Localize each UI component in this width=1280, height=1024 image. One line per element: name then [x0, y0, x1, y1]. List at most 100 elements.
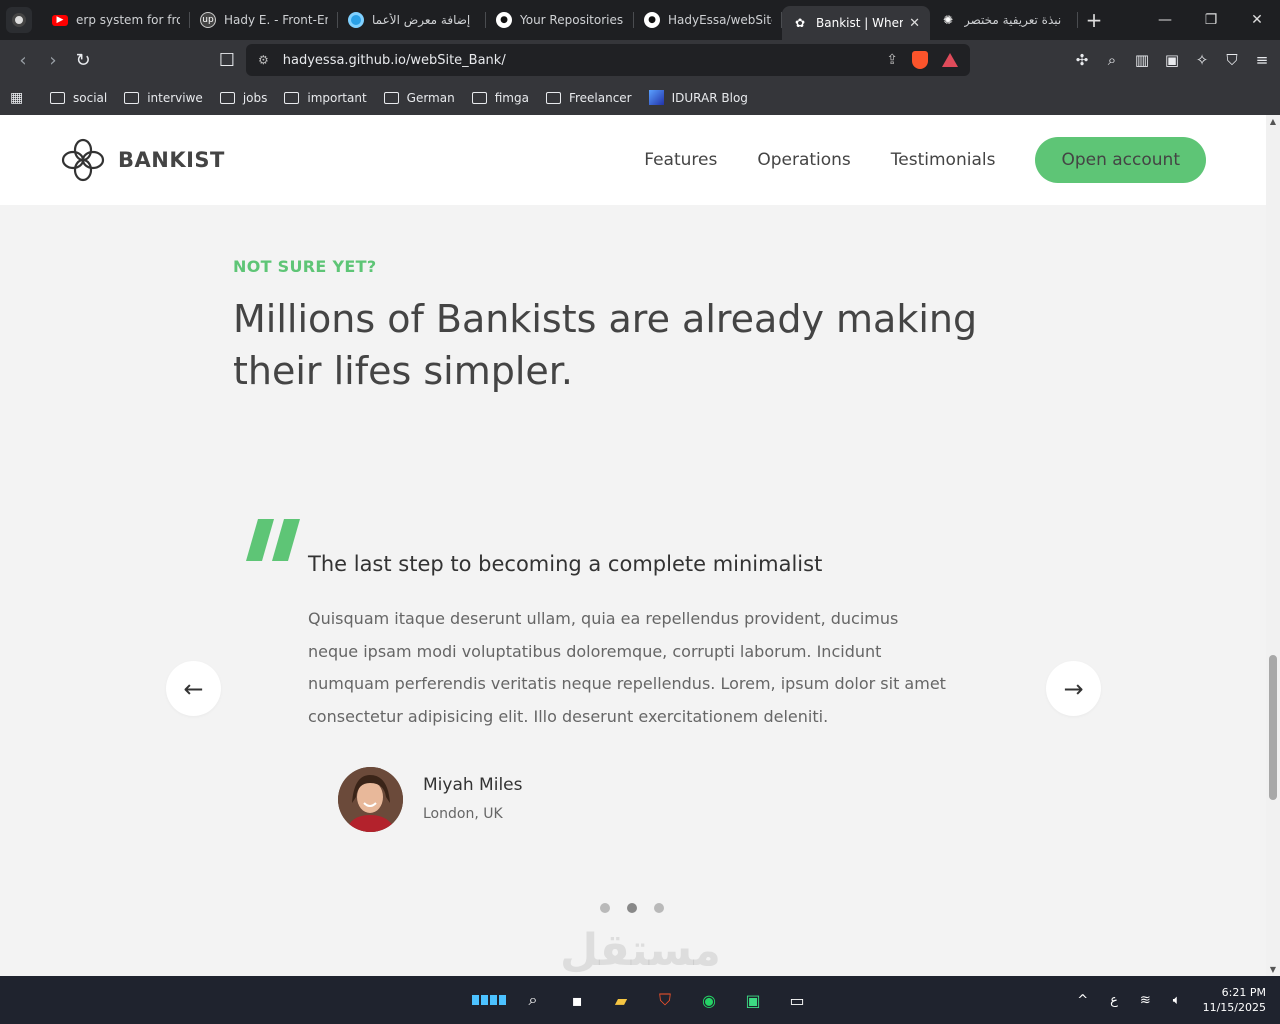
browser-toolbar: ‹ › ↻ ☐ ⚙ hadyessa.github.io/webSite_Ban… — [0, 40, 1280, 80]
wallet-icon[interactable]: ▣ — [1162, 45, 1182, 75]
chevron-up-icon[interactable]: ^ — [1077, 993, 1088, 1008]
bookmarks-bar: ▦ social interviwe jobs important German… — [0, 80, 1280, 115]
app-icon[interactable]: ▣ — [736, 984, 770, 1016]
address-bar[interactable]: ⚙ hadyessa.github.io/webSite_Bank/ ⇪ — [246, 44, 970, 76]
bookmark-fimga[interactable]: fimga — [471, 91, 529, 105]
section-eyebrow: NOT SURE YET? — [233, 257, 377, 276]
nav-testimonials[interactable]: Testimonials — [891, 150, 996, 170]
clock[interactable]: 6:21 PM 11/15/2025 — [1203, 985, 1266, 1015]
forward-button[interactable]: › — [38, 45, 68, 75]
tab-github-repos[interactable]: ● Your Repositories — [486, 0, 634, 40]
language-indicator[interactable]: ع — [1110, 993, 1118, 1008]
vpn-icon[interactable]: ⛉ — [1222, 45, 1242, 75]
testimonial-heading: The last step to becoming a complete min… — [308, 552, 823, 576]
mostaql-icon — [348, 12, 364, 28]
folder-icon — [50, 91, 65, 104]
extensions-icon[interactable]: ✣ — [1072, 45, 1092, 75]
wifi-icon[interactable]: ≋ — [1140, 993, 1151, 1008]
slider-prev-button[interactable]: ← — [166, 661, 221, 716]
clock-time: 6:21 PM — [1221, 986, 1266, 999]
testimonial-author-name: Miyah Miles — [423, 775, 523, 795]
github-icon: ● — [644, 12, 660, 28]
tab-github-website[interactable]: ● HadyEssa/webSite — [634, 0, 782, 40]
youtube-icon: ▶ — [52, 14, 68, 26]
quote-mark-icon — [246, 519, 300, 561]
slider-dot-3[interactable] — [654, 903, 664, 913]
section-title: Millions of Bankists are already making … — [233, 297, 978, 393]
bookmark-german[interactable]: German — [383, 91, 455, 105]
scroll-up-arrow-icon[interactable]: ▲ — [1268, 117, 1278, 126]
new-tab-button[interactable]: + — [1080, 6, 1108, 34]
tab-mostaql[interactable]: إضافة معرض الأعما — [338, 0, 486, 40]
sidebar-icon[interactable]: ▥ — [1132, 45, 1152, 75]
bookmark-page-icon[interactable]: ☐ — [212, 45, 242, 75]
close-window-icon[interactable]: ✕ — [1234, 0, 1280, 40]
bookmark-important[interactable]: important — [284, 91, 367, 105]
folder-icon — [383, 91, 399, 104]
brave-browser-icon[interactable]: ⛉ — [648, 984, 682, 1016]
testimonial-author-location: London, UK — [423, 806, 503, 822]
scroll-down-arrow-icon[interactable]: ▼ — [1268, 965, 1278, 974]
folder-icon — [124, 91, 140, 104]
folder-icon — [545, 91, 561, 104]
share-icon[interactable]: ⇪ — [886, 52, 898, 68]
mostaql-watermark: مستقل — [560, 925, 721, 976]
browser-tab-bar: ▶ erp system for fron up Hady E. - Front-E… — [0, 0, 1280, 40]
tab-bankist[interactable]: ✿ Bankist | Wher ✕ — [782, 6, 930, 40]
reader-mode-icon[interactable]: ⌕ — [1102, 45, 1122, 75]
open-account-button[interactable]: Open account — [1035, 137, 1206, 183]
browser-menu-button[interactable] — [6, 7, 32, 33]
tab-youtube[interactable]: ▶ erp system for fron — [42, 0, 190, 40]
task-view-icon[interactable]: ▪ — [560, 984, 594, 1016]
clock-date: 11/15/2025 — [1202, 1001, 1266, 1014]
reload-button[interactable]: ↻ — [68, 45, 98, 75]
web-page: BANKIST Features Operations Testimonials… — [0, 115, 1266, 976]
chatgpt-icon: ✺ — [942, 13, 954, 27]
nav-features[interactable]: Features — [644, 150, 717, 170]
folder-icon — [471, 91, 487, 104]
system-tray: ^ ع ≋ 🔈︎ 6:21 PM 11/15/2025 — [1077, 976, 1266, 1024]
logo-text: BANKIST — [118, 148, 225, 172]
github-icon: ● — [496, 12, 512, 28]
site-logo[interactable]: BANKIST — [60, 137, 225, 183]
volume-icon[interactable]: 🔈︎ — [1173, 993, 1181, 1008]
whatsapp-icon[interactable]: ◉ — [692, 984, 726, 1016]
page-scrollbar[interactable]: ▲ ▼ — [1266, 115, 1280, 976]
back-button[interactable]: ‹ — [8, 45, 38, 75]
site-info-icon[interactable]: ⚙ — [258, 53, 269, 67]
slider-dot-1[interactable] — [600, 903, 610, 913]
windows-start-icon[interactable] — [472, 984, 506, 1016]
bookmark-jobs[interactable]: jobs — [219, 91, 267, 105]
url-text: hadyessa.github.io/webSite_Bank/ — [282, 52, 506, 68]
main-nav: Features Operations Testimonials Open ac… — [644, 137, 1206, 183]
minimize-icon[interactable]: — — [1142, 0, 1188, 40]
bookmark-idurar-blog[interactable]: IDURAR Blog — [648, 90, 748, 105]
brave-rewards-icon[interactable] — [942, 53, 958, 67]
nav-operations[interactable]: Operations — [757, 150, 850, 170]
bookmark-interviwe[interactable]: interviwe — [124, 91, 203, 105]
brave-shields-icon[interactable] — [912, 51, 928, 69]
bookmark-social[interactable]: social — [50, 91, 107, 105]
scrollbar-thumb[interactable] — [1269, 655, 1277, 800]
tab-chatgpt[interactable]: ✺ نبذة تعريفية مختصر — [930, 0, 1078, 40]
leo-ai-icon[interactable]: ✧ — [1192, 45, 1212, 75]
terminal-icon[interactable]: ▭ — [780, 984, 814, 1016]
restore-icon[interactable]: ❐ — [1188, 0, 1234, 40]
file-explorer-icon[interactable]: ▰ — [604, 984, 638, 1016]
slider-dot-2[interactable] — [627, 903, 637, 913]
search-icon[interactable]: ⌕ — [516, 984, 550, 1016]
tab-upwork[interactable]: up Hady E. - Front-En — [190, 0, 338, 40]
menu-icon[interactable]: ≡ — [1252, 45, 1272, 75]
close-tab-icon[interactable]: ✕ — [903, 16, 920, 31]
bookmark-freelancer[interactable]: Freelancer — [545, 91, 632, 105]
testimonial-body: Quisquam itaque deserunt ullam, quia ea … — [308, 609, 946, 726]
folder-icon — [284, 91, 300, 104]
bankist-icon: ✿ — [794, 16, 806, 30]
folder-icon — [219, 91, 235, 104]
windows-taskbar: ⌕ ▪ ▰ ⛉ ◉ ▣ ▭ ^ ع ≋ 🔈︎ 6:21 PM 11/15/202… — [0, 976, 1280, 1024]
slider-next-button[interactable]: → — [1046, 661, 1101, 716]
upwork-icon: up — [200, 12, 216, 28]
idurar-icon — [648, 90, 664, 105]
apps-grid-icon[interactable]: ▦ — [10, 90, 30, 106]
window-controls: — ❐ ✕ — [1142, 0, 1280, 40]
